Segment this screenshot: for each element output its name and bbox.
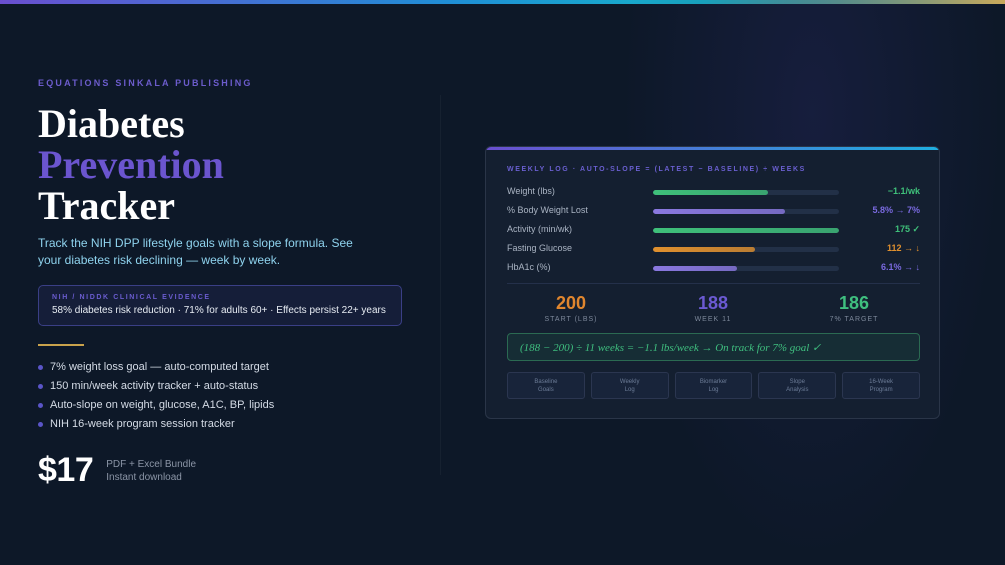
tab-biomarker-log[interactable]: Biomarker Log [674,372,753,399]
metric-row-activity: Activity (min/wk) 175 ✓ [507,224,920,238]
stat-number: 200 [555,293,587,313]
metric-progress-fill [653,247,756,252]
feature-item: 7% weight loss goal — auto-computed targ… [38,361,418,380]
stat-number: 188 [697,293,729,313]
price-row: $17 PDF + Excel Bundle Instant download [38,451,418,490]
column-divider [440,95,441,475]
bullet-dot-icon [38,422,43,427]
metric-row-weight: Weight (lbs) −1.1/wk [507,186,920,200]
tab-weekly-log[interactable]: Weekly Log [590,372,669,399]
card-divider [507,283,920,284]
metric-progress-track [653,247,839,252]
feature-item: Auto-slope on weight, glucose, A1C, BP, … [38,399,418,418]
metric-value: 6.1% → ↓ [880,262,920,272]
metric-value: 5.8% → 7% [872,205,920,215]
stat-label: WEEK 11 [694,316,732,323]
card-accent-bar [486,147,939,150]
gold-divider [38,344,84,346]
metric-value: −1.1/wk [887,186,920,196]
sheet-tabs: Baseline Goals Weekly Log Biomarker Log Slo… [507,372,920,399]
evidence-box: NIH / NIDDK CLINICAL EVIDENCE 58% diabet… [38,285,402,326]
stat-label: START (LBS) [544,316,598,323]
stat-start: 200 START (LBS) [511,293,631,323]
slope-formula: (188 − 200) ÷ 11 weeks = −1.1 lbs/week →… [507,333,920,361]
bullet-dot-icon [38,384,43,389]
subtitle: Track the NIH DPP lifestyle goals with a… [38,236,353,267]
metric-label: Fasting Glucose [507,243,573,253]
evidence-text: 58% diabetes risk reduction · 71% for ad… [52,305,386,316]
metric-progress-fill [653,209,786,214]
metric-progress-track [653,209,839,214]
feature-item: 150 min/week activity tracker + auto-sta… [38,380,418,399]
metric-label: HbA1c (%) [507,262,551,272]
metric-row-body-weight-lost: % Body Weight Lost 5.8% → 7% [507,205,920,219]
stat-week: 188 WEEK 11 [653,293,773,323]
stat-target: 186 7% TARGET [794,293,914,323]
bullet-dot-icon [38,365,43,370]
feature-item: NIH 16-week program session tracker [38,418,418,437]
metric-value: 175 ✓ [894,224,920,234]
hero-left-column: EQUATIONS SINKALA PUBLISHING Diabetes Pr… [38,78,418,490]
title-line-1: Diabetes [38,101,185,146]
page-title: Diabetes Prevention Tracker [38,103,418,226]
stat-label: 7% TARGET [829,316,879,323]
title-line-2: Prevention [38,142,224,187]
metric-row-fasting-glucose: Fasting Glucose 112 → ↓ [507,243,920,257]
metric-label: Activity (min/wk) [507,224,572,234]
price-details: PDF + Excel Bundle Instant download [106,458,196,484]
tab-16-week-program[interactable]: 16-Week Program [842,372,920,399]
metric-progress-track [653,190,839,195]
tracker-preview-card: WEEKLY LOG · AUTO-SLOPE = (LATEST − BASE… [485,146,940,419]
metric-progress-track [653,266,839,271]
price-amount: $17 [38,451,94,489]
metric-progress-fill [653,266,737,271]
metric-label: % Body Weight Lost [507,205,588,215]
metric-progress-track [653,228,839,233]
stat-number: 186 [838,293,870,313]
card-header: WEEKLY LOG · AUTO-SLOPE = (LATEST − BASE… [507,166,806,173]
bullet-dot-icon [38,403,43,408]
metric-row-hba1c: HbA1c (%) 6.1% → ↓ [507,262,920,276]
publisher-label: EQUATIONS SINKALA PUBLISHING [38,78,253,88]
feature-list: 7% weight loss goal — auto-computed targ… [38,361,418,437]
tab-baseline-goals[interactable]: Baseline Goals [507,372,585,399]
evidence-label: NIH / NIDDK CLINICAL EVIDENCE [52,294,211,301]
price-delivery: Instant download [106,471,182,483]
tab-slope-analysis[interactable]: Slope Analysis [758,372,837,399]
metric-progress-fill [653,228,839,233]
title-line-3: Tracker [38,183,175,228]
metric-label: Weight (lbs) [507,186,555,196]
metric-value: 112 → ↓ [886,243,920,253]
price-format: PDF + Excel Bundle [106,458,196,470]
metric-progress-fill [653,190,769,195]
